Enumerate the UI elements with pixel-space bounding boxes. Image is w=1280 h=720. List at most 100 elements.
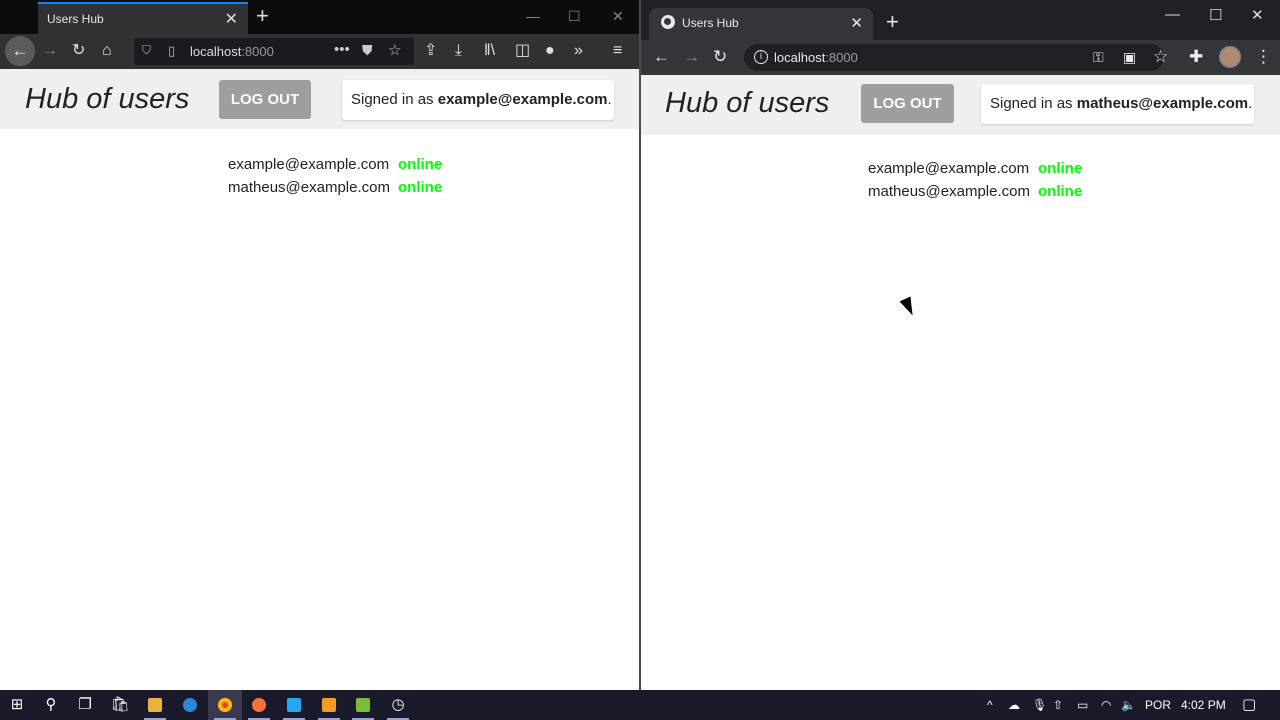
vscode-icon[interactable]: [277, 690, 311, 720]
signed-in-suffix: .: [1248, 95, 1253, 112]
chrome-menu-icon[interactable]: ⋮: [1255, 47, 1272, 67]
task-view-icon[interactable]: ❐: [68, 690, 102, 720]
battery-icon[interactable]: ▭: [1077, 690, 1088, 720]
search-icon[interactable]: ⚲: [34, 690, 68, 720]
pocket-icon[interactable]: ⛊: [362, 42, 373, 59]
site-info-icon[interactable]: i: [754, 50, 768, 64]
key-icon[interactable]: ⚿: [1093, 47, 1104, 67]
store-icon[interactable]: 🛍: [103, 690, 137, 720]
address-bar[interactable]: ⛉ ▯ localhost:8000 ••• ⛊ ☆: [134, 38, 414, 65]
chrome-tab-users-hub[interactable]: Users Hub ✕: [649, 8, 873, 40]
user-email: example@example.com: [228, 156, 390, 173]
user-status: online: [1038, 160, 1083, 177]
user-email: matheus@example.com: [868, 183, 1030, 200]
maximize-icon[interactable]: ☐: [1209, 6, 1222, 24]
firefox-window: Users Hub ✕ + — ☐ ✕ ← → ↻ ⌂ ⛉ ▯ localhos…: [0, 0, 639, 690]
url-port: :8000: [825, 50, 858, 65]
signed-in-prefix: Signed in as: [990, 95, 1077, 112]
start-icon[interactable]: ⊞: [0, 690, 34, 720]
app-header: Hub of users LOG OUT Signed in as matheu…: [641, 75, 1280, 135]
signed-in-email: matheus@example.com: [1076, 95, 1249, 112]
close-tab-icon[interactable]: ✕: [850, 14, 863, 32]
file-explorer-icon[interactable]: [138, 690, 172, 720]
page-actions-icon[interactable]: •••: [334, 41, 350, 58]
notification-icon[interactable]: ▢: [1242, 690, 1256, 720]
sublime-icon[interactable]: [312, 690, 346, 720]
user-row: matheus@example.com online: [868, 183, 1108, 206]
downloads-icon[interactable]: ⤓: [455, 41, 462, 61]
account-icon[interactable]: ●: [545, 41, 555, 61]
desktop-screen: Users Hub ✕ + — ☐ ✕ ← → ↻ ⌂ ⛉ ▯ localhos…: [0, 0, 1280, 720]
url-port: :8000: [241, 44, 274, 59]
signed-in-suffix: .: [607, 91, 612, 108]
app-header: Hub of users LOG OUT Signed in as exampl…: [0, 69, 639, 129]
signed-in-email: example@example.com: [437, 91, 608, 108]
user-status: online: [1038, 183, 1083, 200]
profile-avatar[interactable]: [1219, 46, 1241, 68]
close-window-icon[interactable]: ✕: [612, 8, 624, 25]
user-status: online: [398, 179, 443, 196]
volume-icon[interactable]: 🔈: [1121, 690, 1136, 720]
menu-icon[interactable]: ≡: [613, 41, 622, 61]
extensions-icon[interactable]: ✚: [1189, 47, 1203, 67]
chrome-icon[interactable]: [208, 690, 242, 720]
excel-icon[interactable]: [346, 690, 380, 720]
user-status: online: [398, 156, 443, 173]
reload-icon[interactable]: ↻: [72, 41, 85, 61]
user-email: example@example.com: [868, 160, 1030, 177]
back-icon[interactable]: ←: [5, 36, 35, 66]
minimize-icon[interactable]: —: [526, 8, 540, 24]
app-title: Hub of users: [665, 87, 830, 119]
globe-icon: [661, 15, 675, 29]
firefox-tab-users-hub[interactable]: Users Hub ✕: [38, 2, 248, 34]
user-list: example@example.com online matheus@examp…: [228, 156, 468, 202]
edge-icon[interactable]: [173, 690, 207, 720]
page-info-icon[interactable]: ▯: [168, 43, 175, 59]
tab-title: Users Hub: [47, 12, 104, 26]
windows-taskbar: ⊞ ⚲ ❐ 🛍 ◷ ^ ☁ 🎙 ⇧ ▭ ◠ 🔈 POR 4:02 PM ▢: [0, 690, 1280, 720]
chrome-window: Users Hub ✕ + — ☐ ✕ ← → ↻ i localhost:80…: [641, 0, 1280, 690]
reload-icon[interactable]: ↻: [713, 47, 727, 67]
forward-icon[interactable]: →: [683, 47, 700, 67]
maximize-icon[interactable]: ☐: [568, 8, 581, 25]
chevron-up-icon[interactable]: ^: [987, 690, 993, 720]
bookmark-star-icon[interactable]: ☆: [1153, 47, 1168, 67]
language-indicator[interactable]: POR: [1145, 690, 1171, 720]
bookmark-star-icon[interactable]: ☆: [388, 41, 401, 59]
home-icon[interactable]: ⌂: [102, 41, 112, 61]
overflow-icon[interactable]: »: [574, 41, 583, 61]
sidebar-icon[interactable]: ◫: [515, 41, 530, 61]
url-host: localhost: [190, 44, 242, 59]
user-email: matheus@example.com: [228, 179, 390, 196]
library-icon[interactable]: ‖\: [484, 41, 495, 61]
url-text: localhost:8000: [774, 50, 858, 65]
signed-in-prefix: Signed in as: [351, 91, 438, 108]
microphone-icon[interactable]: 🎙: [1032, 690, 1047, 720]
firefox-icon[interactable]: [242, 690, 276, 720]
wifi-icon[interactable]: ◠: [1101, 690, 1111, 720]
minimize-icon[interactable]: —: [1165, 6, 1180, 23]
translate-icon[interactable]: ▣: [1123, 47, 1136, 67]
upload-icon[interactable]: ⇧: [1053, 690, 1063, 720]
clock[interactable]: 4:02 PM: [1181, 690, 1226, 720]
tracking-shield-icon[interactable]: ⛉: [142, 43, 151, 58]
logout-button[interactable]: LOG OUT: [861, 84, 954, 123]
back-icon[interactable]: ←: [653, 47, 670, 67]
chrome-tab-bar: Users Hub ✕ + — ☐ ✕: [641, 0, 1280, 40]
tab-title: Users Hub: [682, 16, 739, 30]
new-tab-icon[interactable]: +: [256, 4, 269, 28]
firefox-toolbar: ← → ↻ ⌂ ⛉ ▯ localhost:8000 ••• ⛊ ☆ ⇪ ⤓ ‖…: [0, 34, 639, 69]
signed-in-box: Signed in as matheus@example.com.: [981, 84, 1254, 124]
signed-in-box: Signed in as example@example.com.: [342, 80, 614, 120]
onedrive-icon[interactable]: ☁: [1008, 690, 1020, 720]
close-tab-icon[interactable]: ✕: [225, 9, 238, 29]
url-host: localhost: [774, 50, 826, 65]
new-tab-icon[interactable]: +: [886, 10, 899, 34]
forward-icon[interactable]: →: [42, 41, 58, 61]
url-text: localhost:8000: [190, 44, 274, 59]
close-window-icon[interactable]: ✕: [1251, 6, 1264, 24]
upload-icon[interactable]: ⇪: [424, 41, 437, 61]
logout-button[interactable]: LOG OUT: [219, 80, 311, 119]
user-row: matheus@example.com online: [228, 179, 468, 202]
clock-app-icon[interactable]: ◷: [381, 690, 415, 720]
